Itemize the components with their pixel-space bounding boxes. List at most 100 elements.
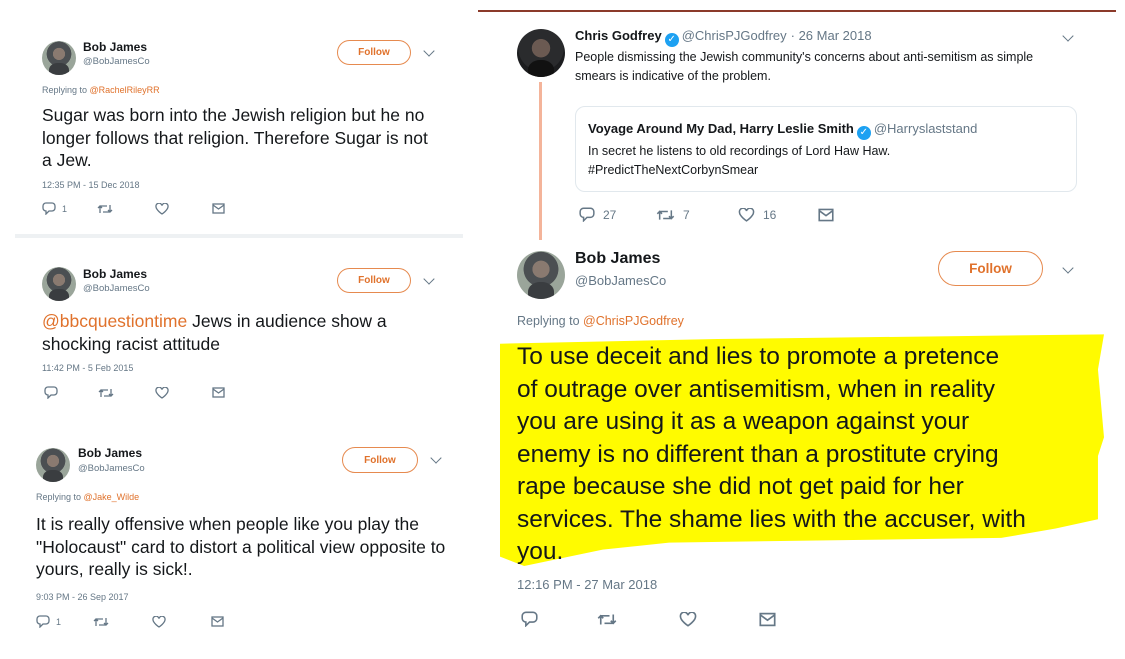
reply-mention-link[interactable]: @Jake_Wilde bbox=[84, 492, 140, 502]
reply-action[interactable] bbox=[521, 611, 538, 627]
quoted-hashtag[interactable]: #PredictTheNextCorbynSmear bbox=[588, 163, 758, 177]
reply-action[interactable]: 27 bbox=[579, 207, 616, 222]
reply-mention-link[interactable]: @ChrisPJGodfrey bbox=[583, 314, 684, 328]
message-action[interactable] bbox=[818, 208, 834, 222]
quoted-user-handle[interactable]: @Harryslaststand bbox=[874, 121, 978, 136]
like-action[interactable]: 16 bbox=[738, 208, 776, 222]
tweet-text: Sugar was born into the Jewish religion … bbox=[42, 105, 428, 170]
retweet-action[interactable] bbox=[98, 387, 114, 399]
user-handle[interactable]: @BobJamesCo bbox=[575, 273, 666, 288]
reply-action[interactable] bbox=[44, 386, 58, 399]
user-handle[interactable]: @BobJamesCo bbox=[78, 463, 145, 474]
tweet-text-line: rape because she did not get paid for he… bbox=[517, 473, 964, 500]
tweet-text-line: To use deceit and lies to promote a pret… bbox=[517, 343, 1000, 370]
reply-icon bbox=[521, 611, 538, 627]
quoted-user-name[interactable]: Voyage Around My Dad, Harry Leslie Smith bbox=[588, 121, 854, 136]
avatar[interactable] bbox=[517, 29, 565, 77]
user-handle[interactable]: @ChrisPJGodfrey bbox=[682, 28, 787, 43]
like-action[interactable] bbox=[152, 616, 166, 628]
verified-badge-icon: ✓ bbox=[856, 126, 871, 140]
user-name[interactable]: Chris Godfrey bbox=[575, 28, 662, 43]
user-name[interactable]: Bob James bbox=[575, 250, 660, 268]
like-action[interactable] bbox=[155, 203, 169, 215]
avatar[interactable] bbox=[517, 251, 565, 299]
timestamp[interactable]: 12:16 PM - 27 Mar 2018 bbox=[517, 577, 657, 592]
user-name[interactable]: Bob James bbox=[83, 40, 147, 54]
mail-icon bbox=[212, 203, 225, 214]
message-action[interactable] bbox=[212, 203, 225, 214]
retweet-icon bbox=[597, 614, 617, 625]
chevron-down-icon[interactable] bbox=[430, 452, 442, 464]
mail-icon bbox=[759, 612, 776, 627]
quoted-tweet[interactable]: Voyage Around My Dad, Harry Leslie Smith… bbox=[575, 106, 1077, 192]
mail-icon bbox=[818, 208, 834, 222]
chevron-down-icon[interactable] bbox=[423, 45, 435, 57]
reply-action[interactable]: 1 bbox=[42, 202, 67, 215]
chevron-down-icon[interactable] bbox=[423, 273, 435, 285]
reply-count: 27 bbox=[603, 207, 617, 222]
tweet-text-line: services. The shame lies with the accuse… bbox=[517, 505, 1026, 533]
timestamp[interactable]: 9:03 PM - 26 Sep 2017 bbox=[36, 592, 129, 602]
tweet-text: It is really offensive when people like … bbox=[36, 514, 446, 579]
highlighted-tweet-text: To use deceit and lies to promote a pret… bbox=[517, 341, 1117, 569]
avatar[interactable] bbox=[42, 267, 76, 301]
reply-action[interactable]: 1 bbox=[36, 615, 61, 628]
user-name[interactable]: Bob James bbox=[83, 267, 147, 281]
reply-icon bbox=[36, 615, 50, 628]
heart-icon bbox=[738, 208, 755, 222]
tweet-header: Chris Godfrey ✓ @ChrisPJGodfrey · 26 Mar 20… bbox=[575, 28, 872, 47]
retweet-icon bbox=[93, 618, 109, 626]
replying-to: Replying to @ChrisPJGodfrey bbox=[517, 314, 684, 328]
retweet-icon bbox=[97, 205, 113, 213]
user-name[interactable]: Bob James bbox=[78, 446, 142, 460]
like-action[interactable] bbox=[679, 612, 697, 627]
mention-link[interactable]: @bbcquestiontime bbox=[42, 311, 187, 331]
replying-to: Replying to @Jake_Wilde bbox=[36, 492, 140, 502]
message-action[interactable] bbox=[212, 387, 225, 398]
mail-icon bbox=[211, 616, 224, 627]
like-action[interactable] bbox=[155, 387, 169, 399]
quoted-tweet-header: Voyage Around My Dad, Harry Leslie Smith… bbox=[588, 121, 977, 140]
message-action[interactable] bbox=[759, 612, 776, 627]
heart-icon bbox=[155, 203, 169, 215]
retweet-count: 7 bbox=[683, 208, 690, 222]
reply-icon bbox=[579, 207, 595, 222]
heart-icon bbox=[679, 612, 697, 627]
follow-button[interactable]: Follow bbox=[342, 447, 418, 473]
chevron-down-icon[interactable] bbox=[1062, 30, 1074, 42]
follow-button[interactable]: Follow bbox=[337, 268, 411, 293]
reply-mention-link[interactable]: @RachelRileyRR bbox=[90, 85, 160, 95]
tweet-date[interactable]: · 26 Mar 2018 bbox=[791, 28, 872, 43]
tweet-text: @bbcquestiontime Jews in audience show a… bbox=[42, 311, 387, 354]
avatar[interactable] bbox=[36, 448, 70, 482]
replying-to: Replying to @RachelRileyRR bbox=[42, 85, 160, 95]
follow-button[interactable]: Follow bbox=[938, 251, 1043, 286]
tweet-text-line: you are using it as a weapon against you… bbox=[517, 408, 970, 435]
reply-icon bbox=[42, 202, 56, 215]
reply-count: 1 bbox=[56, 616, 62, 627]
divider bbox=[15, 234, 463, 238]
heart-icon bbox=[155, 387, 169, 399]
tweet-text-line: you. bbox=[517, 538, 564, 565]
timestamp[interactable]: 12:35 PM - 15 Dec 2018 bbox=[42, 180, 140, 190]
verified-badge-icon: ✓ bbox=[664, 33, 679, 47]
timestamp[interactable]: 11:42 PM - 5 Feb 2015 bbox=[42, 363, 133, 373]
top-border bbox=[478, 10, 1116, 12]
user-handle[interactable]: @BobJamesCo bbox=[83, 283, 150, 294]
tweet-text-line: of outrage over antisemitism, when in re… bbox=[517, 375, 995, 403]
retweet-action[interactable] bbox=[597, 612, 617, 627]
retweet-action[interactable]: 7 bbox=[656, 208, 690, 222]
retweet-icon bbox=[656, 210, 675, 220]
tweet-text: People dismissing the Jewish community's… bbox=[575, 50, 1034, 83]
message-action[interactable] bbox=[211, 616, 224, 627]
chevron-down-icon[interactable] bbox=[1062, 262, 1074, 274]
user-handle[interactable]: @BobJamesCo bbox=[83, 56, 150, 67]
avatar[interactable] bbox=[42, 41, 76, 75]
heart-icon bbox=[152, 616, 166, 628]
retweet-action[interactable] bbox=[93, 616, 109, 628]
like-count: 16 bbox=[763, 208, 777, 222]
tweet-text-line: enemy is no different than a prostitute … bbox=[517, 440, 999, 468]
reply-count: 1 bbox=[62, 203, 68, 214]
retweet-action[interactable] bbox=[97, 203, 113, 215]
follow-button[interactable]: Follow bbox=[337, 40, 411, 65]
